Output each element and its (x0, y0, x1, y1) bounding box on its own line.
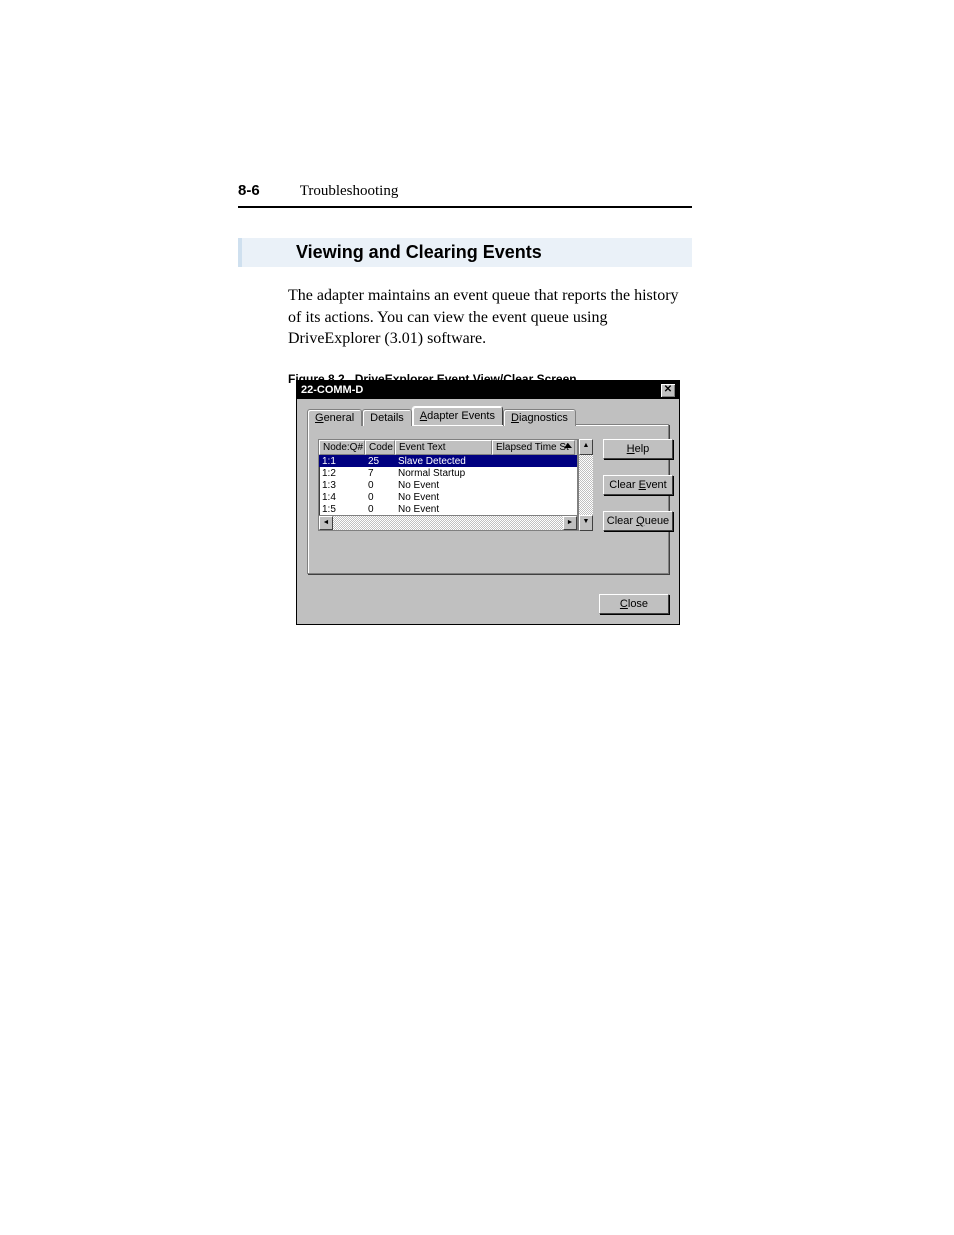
page-header: 8-6 Troubleshooting (238, 182, 692, 200)
cell-node: 1:2 (319, 468, 365, 479)
window-title: 22-COMM-D (301, 384, 363, 396)
cell-event-text: Slave Detected (395, 456, 492, 467)
clear-event-button[interactable]: Clear Event (603, 475, 673, 495)
tab-general-label: eneral (324, 412, 355, 424)
section-body: The adapter maintains an event queue tha… (288, 285, 692, 350)
cell-event-text: No Event (395, 504, 492, 515)
col-header-elapsed-time[interactable]: Elapsed Time St (492, 440, 575, 455)
table-row[interactable]: 1:27Normal Startup (319, 467, 577, 479)
tab-adapter-events[interactable]: Adapter Events (412, 406, 503, 425)
scroll-left-icon[interactable]: ◄ (319, 516, 333, 530)
close-label: lose (628, 598, 648, 610)
event-grid[interactable]: Node:Q# Code Event Text Elapsed Time St (318, 439, 593, 531)
titlebar[interactable]: 22-COMM-D ✕ (297, 381, 679, 399)
vscroll-track[interactable] (579, 455, 593, 515)
cell-node: 1:3 (319, 480, 365, 491)
cell-node: 1:5 (319, 504, 365, 515)
chapter-title: Troubleshooting (300, 183, 399, 200)
clear-event-pre: Clear (609, 479, 638, 491)
tab-diagnostics[interactable]: Diagnostics (503, 409, 576, 426)
section-heading-bar: Viewing and Clearing Events (238, 238, 692, 267)
tab-details[interactable]: Details (362, 409, 412, 426)
tab-strip: General Details Adapter Events Diagnosti… (307, 407, 669, 425)
tab-diag-accel: D (511, 412, 519, 424)
cell-event-text: No Event (395, 480, 492, 491)
page-number: 8-6 (238, 182, 260, 199)
dialog-window: 22-COMM-D ✕ General Details Adapter Even… (296, 380, 680, 625)
clear-queue-post: ueue (645, 515, 669, 527)
clear-queue-accel: Q (636, 515, 645, 527)
grid-header-row: Node:Q# Code Event Text Elapsed Time St (319, 440, 577, 455)
tab-adapter-label: dapter Events (427, 410, 495, 422)
tab-adapter-accel: A (420, 410, 427, 422)
table-row[interactable]: 1:125Slave Detected (319, 455, 577, 467)
clear-event-post: vent (646, 479, 667, 491)
hscroll-track[interactable] (333, 516, 563, 530)
tab-general-accel: G (315, 412, 324, 424)
section-heading: Viewing and Clearing Events (248, 242, 686, 263)
tab-general[interactable]: General (307, 409, 362, 426)
sort-ascending-icon (564, 443, 572, 448)
table-row[interactable]: 1:50No Event (319, 503, 577, 515)
cell-code: 0 (365, 504, 395, 515)
cell-code: 25 (365, 456, 395, 467)
scroll-down-icon[interactable]: ▼ (579, 515, 593, 531)
cell-code: 7 (365, 468, 395, 479)
vertical-scrollbar[interactable]: ▲ ▼ (578, 439, 593, 531)
col-header-event-text[interactable]: Event Text (395, 440, 492, 455)
clear-event-accel: E (639, 479, 646, 491)
close-accel: C (620, 598, 628, 610)
grid-body: 1:125Slave Detected1:27Normal Startup1:3… (319, 455, 577, 515)
header-rule (238, 206, 692, 208)
help-button[interactable]: Help (603, 439, 673, 459)
table-row[interactable]: 1:30No Event (319, 479, 577, 491)
col-header-code[interactable]: Code (365, 440, 395, 455)
clear-queue-pre: Clear (607, 515, 636, 527)
col-header-node[interactable]: Node:Q# (319, 440, 365, 455)
table-row[interactable]: 1:40No Event (319, 491, 577, 503)
cell-node: 1:4 (319, 492, 365, 503)
tab-panel-adapter-events: Node:Q# Code Event Text Elapsed Time St (307, 424, 669, 574)
cell-code: 0 (365, 480, 395, 491)
help-accel: H (627, 443, 635, 455)
col-header-elapsed-time-label: Elapsed Time St (496, 442, 569, 453)
help-label: elp (635, 443, 650, 455)
cell-event-text: No Event (395, 492, 492, 503)
tab-diag-label: iagnostics (519, 412, 568, 424)
scroll-up-icon[interactable]: ▲ (579, 439, 593, 455)
clear-queue-button[interactable]: Clear Queue (603, 511, 673, 531)
cell-node: 1:1 (319, 456, 365, 467)
close-icon[interactable]: ✕ (660, 383, 676, 398)
horizontal-scrollbar[interactable]: ◄ ► (319, 515, 577, 530)
tab-details-label: Details (370, 412, 404, 424)
close-button[interactable]: Close (599, 594, 669, 614)
cell-code: 0 (365, 492, 395, 503)
scroll-right-icon[interactable]: ► (563, 516, 577, 530)
cell-event-text: Normal Startup (395, 468, 492, 479)
